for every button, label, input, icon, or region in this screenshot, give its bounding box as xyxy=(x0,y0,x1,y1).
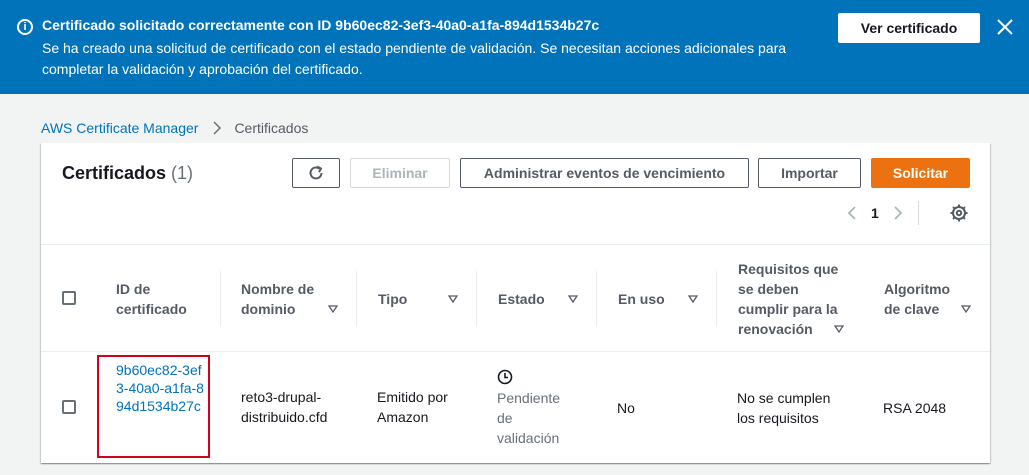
flash-title: Certificado solicitado correctamente con… xyxy=(42,17,600,33)
domain-cell: reto3-drupal-distribuido.cfd xyxy=(241,389,328,425)
sort-caret-icon xyxy=(448,295,458,303)
column-header-id[interactable]: ID de certificado xyxy=(95,245,221,353)
select-all-checkbox[interactable] xyxy=(62,291,76,305)
close-icon[interactable] xyxy=(994,16,1016,38)
pager-divider xyxy=(917,201,919,225)
chevron-right-icon xyxy=(213,121,222,135)
import-button[interactable]: Importar xyxy=(758,158,861,188)
manage-expiry-events-button[interactable]: Administrar eventos de vencimiento xyxy=(460,158,749,188)
refresh-icon xyxy=(309,165,323,180)
column-header-domain[interactable]: Nombre de dominio xyxy=(221,245,357,353)
request-button[interactable]: Solicitar xyxy=(871,158,970,188)
page-number[interactable]: 1 xyxy=(871,205,879,221)
refresh-button[interactable] xyxy=(292,158,340,188)
sort-caret-icon xyxy=(328,305,338,313)
column-header-status[interactable]: Estado xyxy=(477,245,597,353)
gear-icon[interactable] xyxy=(949,203,969,223)
status-text: Pendiente de validación xyxy=(497,390,561,446)
sort-caret-icon xyxy=(688,295,698,303)
flash-message: Se ha creado una solicitud de certificad… xyxy=(42,40,787,77)
column-header-renewal[interactable]: Requisitos que se deben cumplir para la … xyxy=(717,245,863,353)
page-title: Certificados (1) xyxy=(62,163,193,184)
chevron-left-icon[interactable] xyxy=(844,205,860,221)
sort-caret-icon xyxy=(568,295,578,303)
chevron-right-icon[interactable] xyxy=(890,205,906,221)
sort-caret-icon xyxy=(961,305,971,313)
breadcrumb-acm-link[interactable]: AWS Certificate Manager xyxy=(41,120,198,136)
pagination: 1 xyxy=(844,201,919,225)
sort-caret-icon xyxy=(834,325,844,333)
column-header-in-use[interactable]: En uso xyxy=(597,245,717,353)
renewal-cell: No se cumplen los requisitos xyxy=(737,390,831,426)
success-flash-banner: i Certificado solicitado correctamente c… xyxy=(0,0,1029,94)
certificates-panel: Certificados (1) Eliminar Administrar ev… xyxy=(41,143,990,463)
certificate-count: (1) xyxy=(171,163,194,183)
panel-title-text: Certificados xyxy=(62,163,167,183)
column-header-algorithm[interactable]: Algoritmo de clave xyxy=(863,245,990,353)
certificate-id-link[interactable]: 9b60ec82-3ef3-40a0-a1fa-894d1534b27c xyxy=(97,355,210,458)
breadcrumb-current: Certificados xyxy=(234,120,309,136)
row-checkbox[interactable] xyxy=(62,400,76,414)
in-use-cell: No xyxy=(617,400,635,416)
algorithm-cell: RSA 2048 xyxy=(883,400,947,416)
delete-button[interactable]: Eliminar xyxy=(350,158,450,188)
view-certificate-button[interactable]: Ver certificado xyxy=(838,13,980,43)
breadcrumb: AWS Certificate Manager Certificados xyxy=(41,120,308,136)
table-header: ID de certificado Nombre de dominio Tipo… xyxy=(41,244,990,352)
clock-icon xyxy=(497,369,513,385)
type-cell: Emitido por Amazon xyxy=(377,389,448,425)
column-header-type[interactable]: Tipo xyxy=(357,245,477,353)
info-icon: i xyxy=(17,19,33,35)
